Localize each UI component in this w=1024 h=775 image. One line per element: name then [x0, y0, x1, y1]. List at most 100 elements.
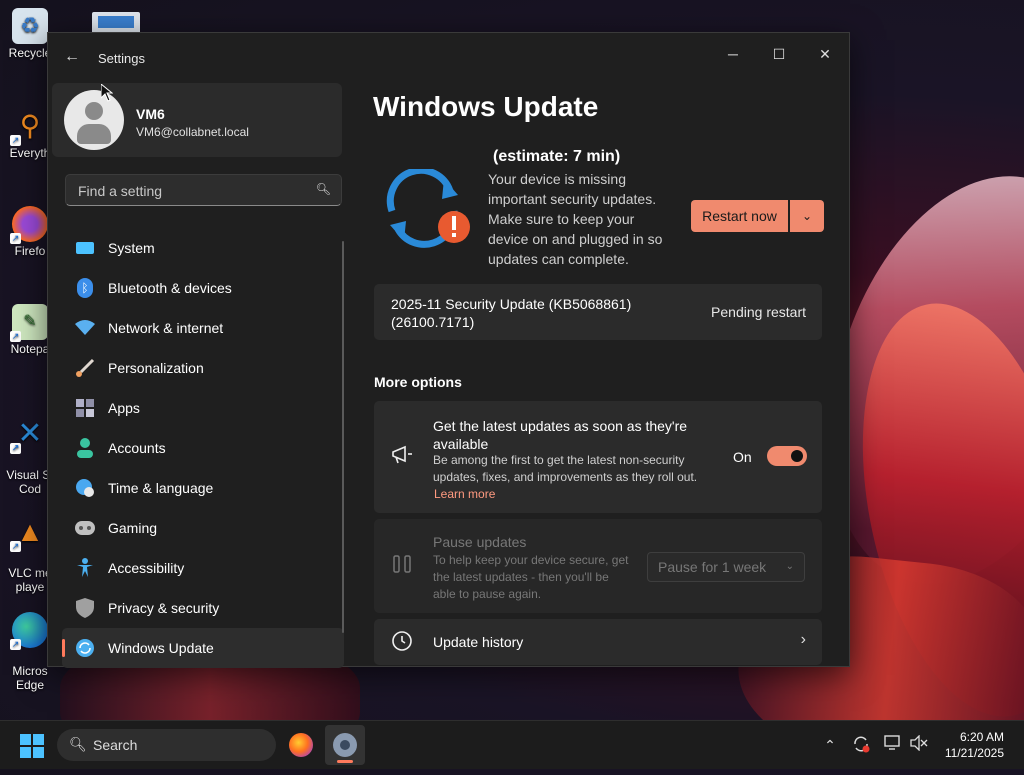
notepad-icon: ✎ ↗: [10, 304, 48, 342]
sidebar-item-personalization[interactable]: Personalization: [62, 348, 344, 388]
windows-logo-icon: [20, 734, 31, 745]
sidebar-item-accessibility[interactable]: Accessibility: [62, 548, 344, 588]
firefox-icon: ↗: [10, 206, 48, 244]
recycle-bin-icon: ♻: [12, 8, 48, 44]
sidebar-item-system[interactable]: System: [62, 228, 344, 268]
sidebar-item-network[interactable]: Network & internet: [62, 308, 344, 348]
taskbar-settings[interactable]: [325, 725, 365, 765]
volume-muted-icon[interactable]: [909, 734, 929, 755]
sidebar-item-label: System: [108, 240, 155, 256]
wifi-icon: [74, 317, 96, 339]
profile-name: VM6: [136, 106, 165, 122]
taskbar-clock[interactable]: 6:20 AM 11/21/2025: [945, 729, 1004, 761]
windows-logo-icon: [20, 747, 31, 758]
maximize-button[interactable]: ☐: [756, 39, 802, 69]
taskbar: 🔍︎ Search ⌃ 6:20 AM 11/21/2025: [0, 720, 1024, 769]
system-icon: [74, 237, 96, 259]
avatar-body-icon: [77, 124, 111, 144]
close-button[interactable]: ✕: [802, 39, 848, 69]
update-estimate: (estimate: 7 min): [493, 148, 621, 165]
sidebar-item-accounts[interactable]: Accounts: [62, 428, 344, 468]
more-options-heading: More options: [374, 374, 462, 390]
taskbar-firefox[interactable]: [281, 725, 321, 765]
pending-update-card: 2025-11 Security Update (KB5068861) (261…: [374, 284, 822, 340]
taskbar-search[interactable]: 🔍︎ Search: [57, 729, 276, 761]
user-profile-card[interactable]: VM6 VM6@collabnet.local: [52, 83, 342, 157]
sidebar-item-label: Time & language: [108, 480, 214, 496]
search-input[interactable]: [76, 181, 310, 201]
clock-date: 11/21/2025: [944, 746, 1004, 760]
sidebar-item-label: Gaming: [108, 520, 158, 536]
option-description: To help keep your device secure, get the…: [433, 553, 629, 601]
update-status-description: Your device is missing important securit…: [488, 171, 663, 267]
everything-icon: ⚲ ↗: [10, 110, 41, 146]
update-tray-icon[interactable]: [851, 735, 871, 755]
sidebar-item-apps[interactable]: Apps: [62, 388, 344, 428]
vlc-icon: ▲ ↗: [10, 516, 44, 552]
update-sync-icon: [384, 166, 474, 249]
clock-time: 6:20 AM: [959, 730, 1004, 744]
update-history-option[interactable]: Update history ›: [374, 619, 822, 665]
chevron-up-icon[interactable]: ⌃: [820, 735, 840, 755]
chevron-down-icon: ⌄: [801, 209, 813, 223]
option-title: Pause updates: [433, 534, 527, 550]
window-thumbnail-icon: [98, 16, 134, 28]
sidebar-item-label: Windows Update: [108, 640, 214, 656]
settings-window: ← Settings ─ ☐ ✕ VM6 VM6@collabnet.local…: [47, 32, 850, 668]
sidebar-item-label: Accounts: [108, 440, 166, 456]
sidebar-item-label: Accessibility: [108, 560, 185, 576]
pause-duration-select[interactable]: Pause for 1 week ⌄: [647, 552, 805, 582]
profile-email: VM6@collabnet.local: [136, 125, 249, 139]
sidebar-item-gaming[interactable]: Gaming: [62, 508, 344, 548]
chevron-down-icon: ⌄: [785, 561, 794, 572]
vscode-icon: ✕ ↗: [10, 417, 43, 454]
desktop-icon-window[interactable]: [92, 12, 140, 34]
windows-logo-icon: [33, 734, 44, 745]
bluetooth-icon: ᛒ: [74, 277, 96, 299]
title-bar[interactable]: ← Settings ─ ☐ ✕: [48, 33, 849, 81]
update-name: 2025-11 Security Update (KB5068861) (261…: [391, 296, 632, 330]
network-icon[interactable]: [883, 735, 903, 755]
sidebar-item-label: Privacy & security: [108, 600, 220, 616]
desktop-icon-label: Micros Edge: [12, 664, 48, 692]
option-description: Be among the first to get the latest non…: [433, 453, 698, 484]
page-title: Windows Update: [373, 91, 599, 122]
sidebar-item-bluetooth[interactable]: ᛒ Bluetooth & devices: [62, 268, 344, 308]
update-status: Pending restart: [711, 304, 806, 320]
gamepad-icon: [74, 517, 96, 539]
globe-clock-icon: [74, 477, 96, 499]
latest-updates-option[interactable]: Get the latest updates as soon as they'r…: [374, 401, 822, 513]
back-arrow-icon[interactable]: ←: [62, 47, 82, 67]
minimize-button[interactable]: ─: [710, 39, 756, 69]
restart-now-button[interactable]: Restart now: [691, 200, 788, 232]
search-icon: 🔍︎: [69, 736, 87, 752]
option-title: Update history: [433, 634, 524, 650]
latest-updates-toggle[interactable]: [767, 446, 807, 466]
settings-gear-icon: [333, 733, 357, 757]
find-setting-search[interactable]: 🔍︎: [65, 174, 342, 206]
history-icon: [390, 630, 414, 654]
window-title: Settings: [98, 51, 145, 66]
restart-options-dropdown[interactable]: ⌄: [790, 200, 824, 232]
sidebar-item-label: Bluetooth & devices: [108, 280, 232, 296]
firefox-icon: [289, 733, 313, 757]
brush-icon: [74, 357, 96, 379]
sidebar-nav: System ᛒ Bluetooth & devices Network & i…: [62, 228, 344, 668]
sidebar-item-time-language[interactable]: Time & language: [62, 468, 344, 508]
windows-update-icon: [74, 637, 96, 659]
pause-updates-option: Pause updates To help keep your device s…: [374, 519, 822, 613]
taskbar-search-label: Search: [93, 737, 138, 753]
sidebar-item-privacy[interactable]: Privacy & security: [62, 588, 344, 628]
sidebar-scrollbar[interactable]: [342, 241, 344, 633]
learn-more-link[interactable]: Learn more: [434, 487, 495, 501]
windows-logo-icon: [33, 747, 44, 758]
accounts-icon: [74, 437, 96, 459]
mouse-cursor-icon: [100, 82, 114, 107]
option-title: Get the latest updates as soon as they'r…: [433, 418, 688, 452]
toggle-state-label: On: [733, 449, 752, 465]
search-icon: 🔍︎: [315, 182, 331, 196]
pause-icon: [390, 554, 414, 578]
start-button[interactable]: [20, 734, 44, 758]
sidebar-item-windows-update[interactable]: Windows Update: [62, 628, 344, 668]
pause-select-value: Pause for 1 week: [658, 559, 767, 575]
